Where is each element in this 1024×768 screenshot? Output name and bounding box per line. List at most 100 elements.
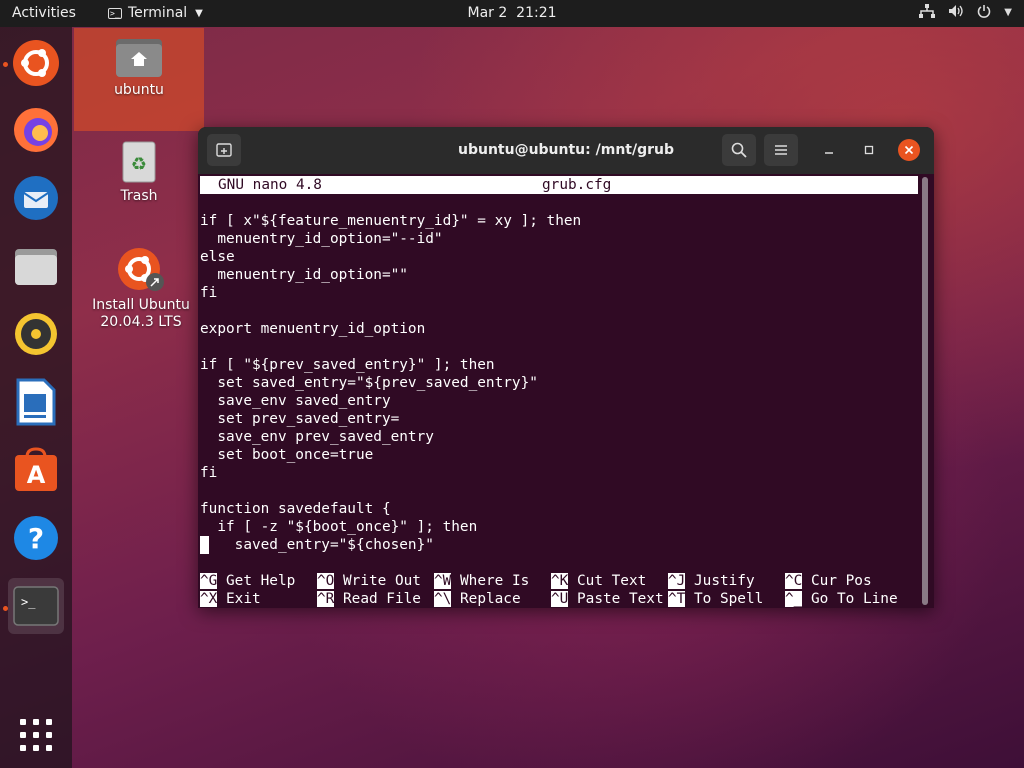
code-line[interactable] (200, 302, 581, 320)
nano-version: GNU nano 4.8 (218, 177, 322, 193)
shortcut-cut-text[interactable]: ^K Cut Text (551, 572, 646, 590)
system-tray[interactable]: ▼ (919, 4, 1012, 22)
svg-text:>_: >_ (21, 595, 36, 609)
shortcut-read-file[interactable]: ^R Read File (317, 590, 421, 608)
clock[interactable]: Mar 2 21:21 (0, 5, 1024, 21)
code-line[interactable]: fi (200, 284, 581, 302)
terminal-window[interactable]: ubuntu@ubuntu: /mnt/grub GNU nano 4.8 gr… (198, 127, 934, 608)
shortcut-label: Cut Text (568, 573, 647, 589)
software-icon[interactable]: A (8, 442, 64, 498)
shortcut-write-out[interactable]: ^O Write Out (317, 572, 421, 590)
shortcut-key: ^O (317, 573, 335, 589)
code-line[interactable] (200, 338, 581, 356)
window-titlebar[interactable]: ubuntu@ubuntu: /mnt/grub (198, 127, 934, 174)
shortcut-label: Where Is (451, 573, 530, 589)
rhythmbox-icon[interactable] (8, 306, 64, 362)
shortcut-get-help[interactable]: ^G Get Help (200, 572, 295, 590)
shortcut-exit[interactable]: ^X Exit (200, 590, 261, 608)
code-line[interactable]: set boot_once=true (200, 446, 581, 464)
code-line[interactable]: if [ "${prev_saved_entry}" ]; then (200, 356, 581, 374)
shortcut-key: ^K (551, 573, 569, 589)
scrollbar[interactable] (922, 177, 928, 605)
files-icon[interactable] (8, 238, 64, 294)
terminal-icon[interactable]: >_ (8, 578, 64, 634)
code-line[interactable] (200, 482, 581, 500)
ubuntu-icon[interactable] (8, 35, 64, 91)
desktop-icon-label: Trash (120, 188, 158, 204)
shortcut-to-spell[interactable]: ^T To Spell (668, 590, 763, 608)
firefox-icon[interactable] (8, 102, 64, 158)
shortcut-label: Go To Line (802, 591, 898, 607)
nano-filename: grub.cfg (542, 177, 612, 193)
svg-text:A: A (27, 461, 46, 489)
shortcut-key: ^U (551, 591, 569, 607)
close-icon (904, 145, 914, 155)
shortcut-label: Get Help (217, 573, 296, 589)
shortcut-justify[interactable]: ^J Justify (668, 572, 755, 590)
menu-button[interactable] (764, 134, 798, 166)
shortcut-key: ^_ (785, 591, 803, 607)
power-icon[interactable] (977, 4, 991, 22)
thunderbird-icon[interactable] (8, 170, 64, 226)
code-line[interactable]: menuentry_id_option="" (200, 266, 581, 284)
shortcut-label: Paste Text (568, 591, 664, 607)
installer-icon (118, 248, 164, 291)
code-line[interactable]: fi (200, 464, 581, 482)
shortcut-key: ^W (434, 573, 452, 589)
svg-text:♻: ♻ (131, 154, 147, 175)
show-applications-icon[interactable] (8, 707, 64, 763)
maximize-icon (864, 145, 874, 155)
folder-home-icon (116, 39, 162, 77)
shortcut-paste-text[interactable]: ^U Paste Text (551, 590, 664, 608)
trash-icon: ♻ (122, 141, 156, 183)
shortcut-cur-pos[interactable]: ^C Cur Pos (785, 572, 872, 590)
close-button[interactable] (898, 139, 920, 161)
shortcut-go-to-line[interactable]: ^_ Go To Line (785, 590, 898, 608)
code-line[interactable]: function savedefault { (200, 500, 581, 518)
writer-icon[interactable] (8, 374, 64, 430)
shortcut-key: ^\ (434, 591, 452, 607)
code-line[interactable]: export menuentry_id_option (200, 320, 581, 338)
top-bar: Activities >_ Terminal ▼ Mar 2 21:21 ▼ (0, 0, 1024, 27)
code-line[interactable]: menuentry_id_option="--id" (200, 230, 581, 248)
scrollbar-thumb[interactable] (922, 177, 928, 605)
desktop-icon-label: ubuntu (114, 82, 164, 98)
shortcut-label: Read File (334, 591, 421, 607)
shortcut-where-is[interactable]: ^W Where Is (434, 572, 529, 590)
code-line[interactable]: set prev_saved_entry= (200, 410, 581, 428)
terminal-content[interactable]: GNU nano 4.8 grub.cfg if [ x"${feature_m… (198, 174, 934, 608)
minimize-button[interactable] (818, 139, 840, 161)
code-line[interactable]: set saved_entry="${prev_saved_entry}" (200, 374, 581, 392)
help-icon[interactable]: ? (8, 510, 64, 566)
code-line[interactable]: save_env saved_entry (200, 392, 581, 410)
shortcut-key: ^G (200, 573, 218, 589)
shortcut-key: ^X (200, 591, 218, 607)
desktop-icon-install-ubuntu[interactable]: Install Ubuntu 20.04.3 LTS (76, 245, 206, 331)
shortcut-label: Replace (451, 591, 521, 607)
maximize-button[interactable] (858, 139, 880, 161)
shortcut-key: ^R (317, 591, 335, 607)
code-line[interactable]: if [ -z "${boot_once}" ]; then (200, 518, 581, 536)
desktop-icon-trash[interactable]: ♻ Trash (74, 140, 204, 205)
shortcut-key: ^T (668, 591, 686, 607)
desktop-icon-home[interactable]: ubuntu (74, 28, 204, 131)
text-cursor (200, 536, 209, 554)
chevron-down-icon[interactable]: ▼ (1004, 4, 1012, 22)
shortcut-key: ^C (785, 573, 803, 589)
editor-buffer[interactable]: if [ x"${feature_menuentry_id}" = xy ]; … (200, 212, 581, 554)
volume-icon[interactable] (948, 4, 964, 22)
hamburger-icon (775, 145, 787, 155)
shortcut-label: Justify (685, 573, 755, 589)
code-line[interactable]: if [ x"${feature_menuentry_id}" = xy ]; … (200, 212, 581, 230)
code-line[interactable]: save_env prev_saved_entry (200, 428, 581, 446)
shortcut-label: Write Out (334, 573, 421, 589)
shortcut-label: Cur Pos (802, 573, 872, 589)
code-line[interactable]: saved_entry="${chosen}" (200, 536, 581, 554)
minimize-icon (825, 152, 833, 154)
code-line[interactable]: else (200, 248, 581, 266)
desktop-icon-label: Install Ubuntu (92, 297, 190, 313)
shortcut-label: Exit (217, 591, 261, 607)
search-button[interactable] (722, 134, 756, 166)
shortcut-replace[interactable]: ^\ Replace (434, 590, 521, 608)
network-icon[interactable] (919, 4, 936, 22)
